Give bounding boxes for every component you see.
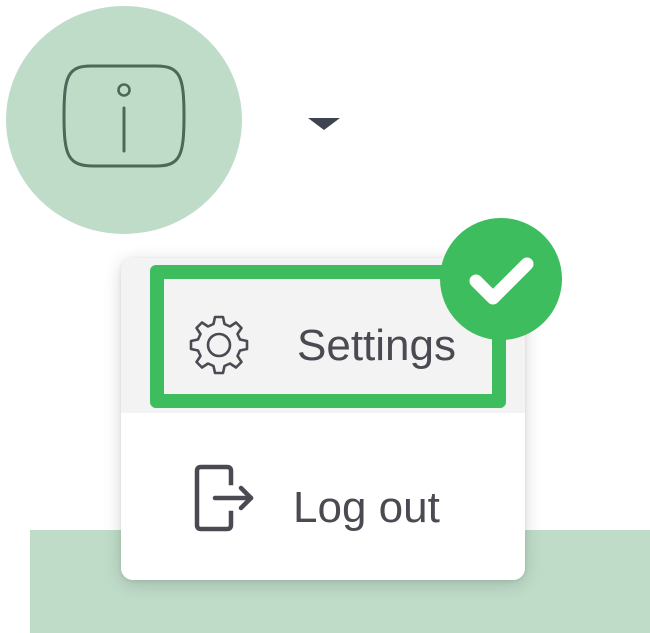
caret-down-icon[interactable] bbox=[304, 114, 344, 134]
gear-icon bbox=[189, 315, 249, 380]
checkmark-badge bbox=[440, 218, 562, 340]
logout-icon bbox=[191, 459, 271, 544]
user-avatar[interactable] bbox=[6, 6, 242, 234]
menu-item-logout-label: Log out bbox=[293, 483, 440, 532]
menu-item-settings-label: Settings bbox=[297, 321, 456, 370]
checkmark-icon bbox=[469, 257, 534, 305]
info-icon bbox=[62, 64, 186, 168]
menu-item-logout[interactable]: Log out bbox=[121, 413, 525, 580]
screen: Settings Log out bbox=[0, 0, 650, 633]
